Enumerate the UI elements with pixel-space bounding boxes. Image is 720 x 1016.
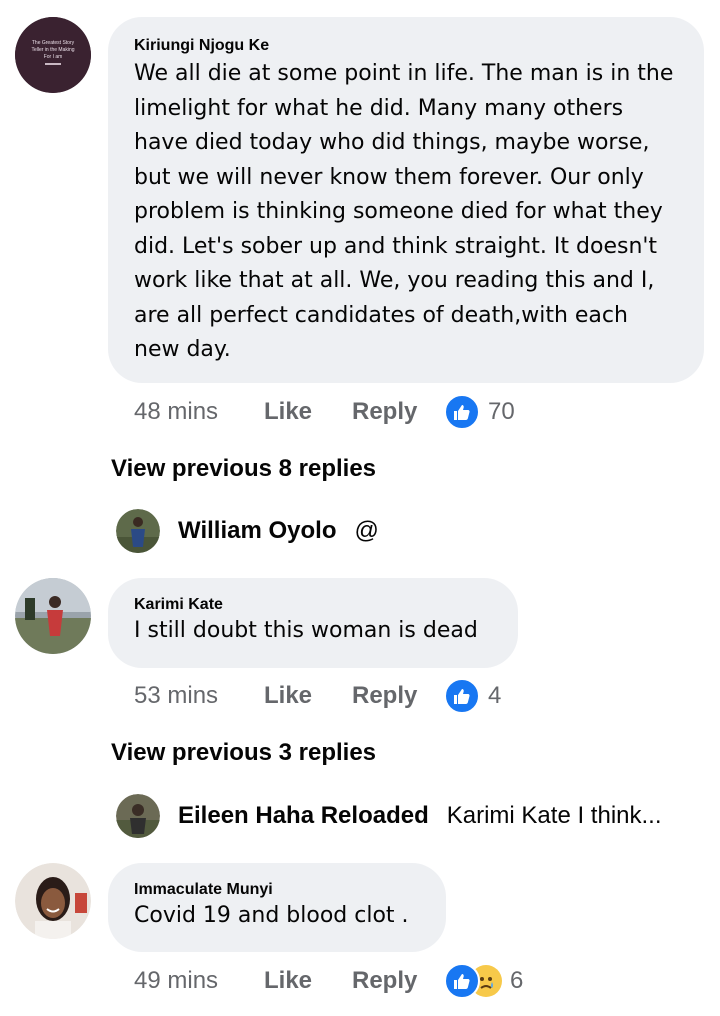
comment-author[interactable]: Immaculate Munyi <box>134 881 446 899</box>
comment-actions: 49 mins Like Reply 6 <box>134 961 523 1001</box>
reply-preview-row[interactable]: William Oyolo @ <box>116 509 379 553</box>
like-button[interactable]: Like <box>264 682 352 710</box>
comment-bubble: Immaculate Munyi Covid 19 and blood clot… <box>108 863 446 952</box>
avatar-text-2: Teller in the Making <box>31 47 74 53</box>
view-previous-replies[interactable]: View previous 8 replies <box>111 455 376 483</box>
thumbs-up-icon <box>444 678 480 714</box>
reply-preview-text: @ <box>354 517 379 544</box>
comment-author[interactable]: Karimi Kate <box>134 596 518 614</box>
reaction-summary[interactable]: 6 <box>444 963 523 999</box>
comment-actions: 53 mins Like Reply 4 <box>134 676 501 716</box>
reaction-count: 6 <box>510 967 524 994</box>
comment-actions: 48 mins Like Reply 70 <box>134 392 515 432</box>
comment-text-line: are all perfect candidates of death,with… <box>134 302 628 328</box>
thumbs-up-icon <box>444 394 480 430</box>
reaction-summary[interactable]: 4 <box>444 678 501 714</box>
view-previous-replies[interactable]: View previous 3 replies <box>111 739 376 767</box>
comment-text-line: but we will never know them forever. Our… <box>134 164 644 190</box>
comment-text-line: did. Let's sober up and think straight. … <box>134 233 658 259</box>
comment-author[interactable]: Kiriungi Njogu Ke <box>134 37 704 55</box>
comment-text-line: new day. <box>134 337 231 362</box>
avatar-eileen[interactable] <box>116 794 160 838</box>
reply-preview-row[interactable]: Eileen Haha Reloaded Karimi Kate I think… <box>116 794 662 838</box>
reply-preview-text: Karimi Kate I think... <box>446 802 662 829</box>
reply-button[interactable]: Reply <box>352 398 444 426</box>
comment-bubble: Kiriungi Njogu Ke We all die at some poi… <box>108 17 704 383</box>
avatar-william[interactable] <box>116 509 160 553</box>
avatar-text-1: The Greatest Story <box>32 40 75 46</box>
comment-timestamp[interactable]: 48 mins <box>134 398 264 426</box>
reply-author[interactable]: Eileen Haha Reloaded <box>178 802 429 830</box>
comment-text-line: have died today who did things, maybe wo… <box>134 130 650 155</box>
reply-author[interactable]: William Oyolo <box>178 517 336 545</box>
avatar-karimi[interactable] <box>15 578 91 654</box>
comment-text-line: Covid 19 and blood clot . <box>134 903 409 928</box>
like-button[interactable]: Like <box>264 967 352 995</box>
comment-bubble: Karimi Kate I still doubt this woman is … <box>108 578 518 668</box>
comment-text-line: I still doubt this woman is dead <box>134 618 478 643</box>
comment-text-line: limelight for what he did. Many many oth… <box>134 95 624 121</box>
avatar-kiriungi[interactable]: The Greatest Story Teller in the Making … <box>15 17 91 93</box>
thumbs-up-icon <box>444 963 480 999</box>
comment-text-line: problem is thinking someone died for wha… <box>134 199 663 224</box>
reply-button[interactable]: Reply <box>352 682 444 710</box>
avatar-text-3: For I am <box>44 54 63 60</box>
reaction-count: 4 <box>488 682 502 709</box>
like-button[interactable]: Like <box>264 398 352 426</box>
avatar-image: The Greatest Story Teller in the Making … <box>15 17 91 93</box>
reaction-summary[interactable]: 70 <box>444 394 515 430</box>
comment-timestamp[interactable]: 53 mins <box>134 682 264 710</box>
reply-button[interactable]: Reply <box>352 967 444 995</box>
avatar-immaculate[interactable] <box>15 863 91 939</box>
comment-text-line: work like that at all. We, you reading t… <box>134 268 655 293</box>
reaction-count: 70 <box>488 398 515 425</box>
comment-timestamp[interactable]: 49 mins <box>134 967 264 995</box>
comment-text-line: We all die at some point in life. The ma… <box>134 61 674 86</box>
